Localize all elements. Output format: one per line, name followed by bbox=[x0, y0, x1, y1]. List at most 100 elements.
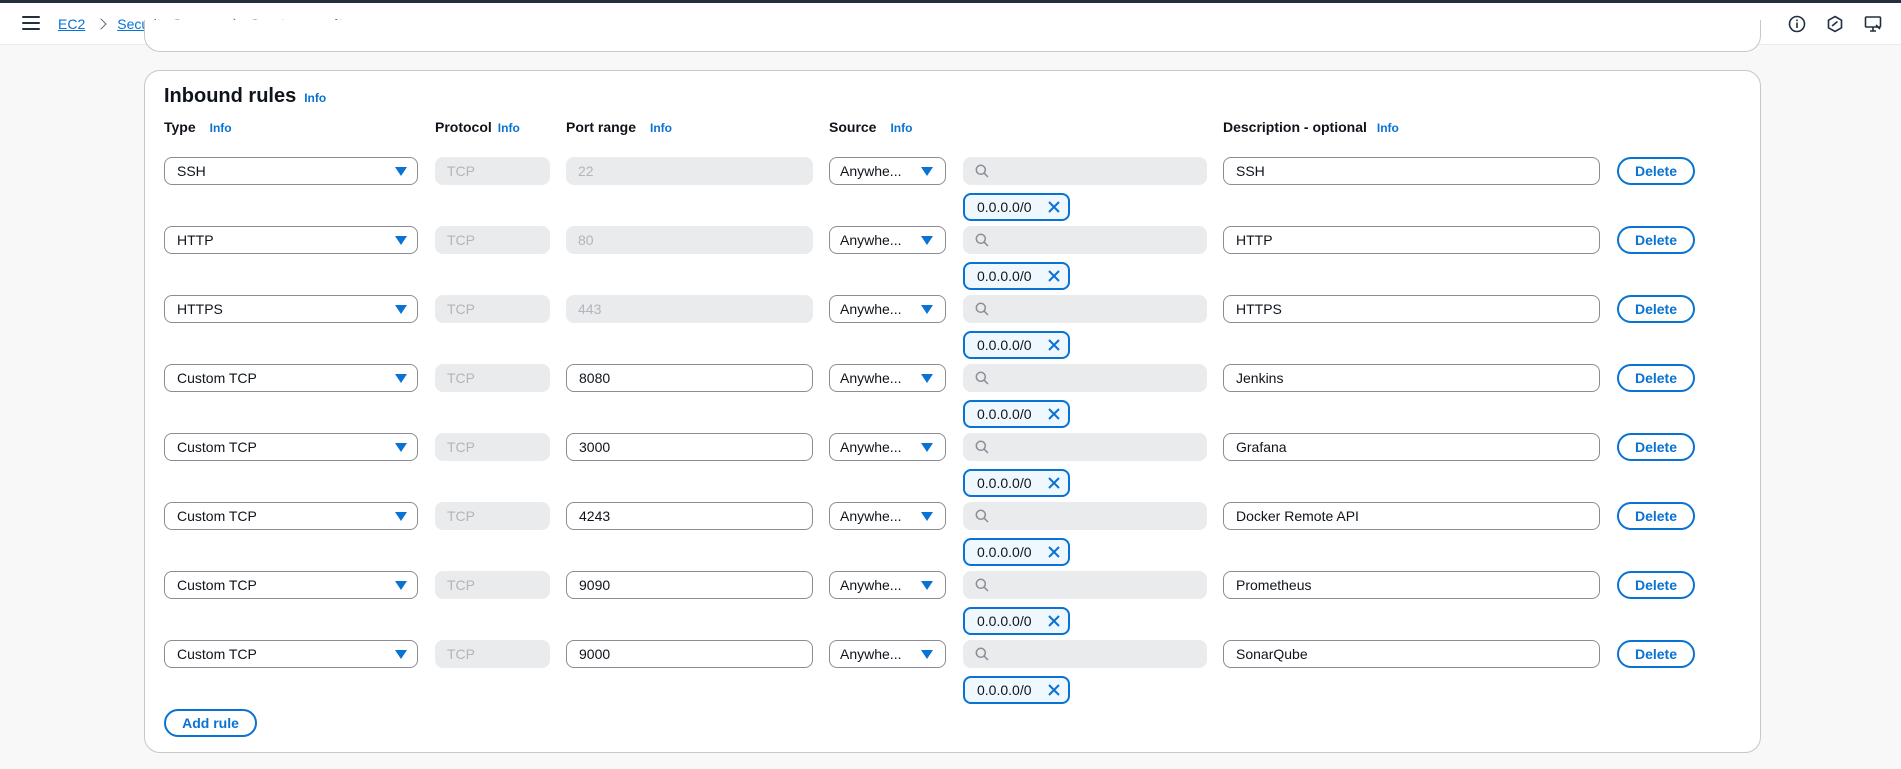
port-range-input[interactable]: 9000 bbox=[566, 640, 813, 668]
source-select[interactable]: Anywhe... bbox=[829, 502, 946, 530]
delete-rule-button[interactable]: Delete bbox=[1617, 295, 1695, 323]
cidr-token-label: 0.0.0.0/0 bbox=[977, 268, 1032, 284]
rule-type-select[interactable]: Custom TCP bbox=[164, 502, 418, 530]
description-input[interactable]: SSH bbox=[1223, 157, 1600, 185]
delete-rule-button[interactable]: Delete bbox=[1617, 226, 1695, 254]
port-range-input[interactable]: 9090 bbox=[566, 571, 813, 599]
cidr-token: 0.0.0.0/0 bbox=[963, 331, 1070, 359]
cidr-search-input[interactable] bbox=[963, 364, 1207, 392]
delete-rule-button[interactable]: Delete bbox=[1617, 640, 1695, 668]
info-link[interactable]: Info bbox=[210, 121, 232, 135]
cidr-token: 0.0.0.0/0 bbox=[963, 538, 1070, 566]
cidr-search-input[interactable] bbox=[963, 157, 1207, 185]
col-header-type: Type Info bbox=[164, 119, 232, 135]
caret-down-icon bbox=[395, 443, 407, 452]
port-range-input[interactable]: 8080 bbox=[566, 364, 813, 392]
source-select[interactable]: Anywhe... bbox=[829, 295, 946, 323]
source-select[interactable]: Anywhe... bbox=[829, 571, 946, 599]
close-icon[interactable] bbox=[1047, 407, 1061, 421]
source-select[interactable]: Anywhe... bbox=[829, 640, 946, 668]
info-link[interactable]: Info bbox=[498, 121, 520, 135]
cidr-search-input[interactable] bbox=[963, 295, 1207, 323]
description-input[interactable]: Jenkins bbox=[1223, 364, 1600, 392]
delete-rule-button[interactable]: Delete bbox=[1617, 364, 1695, 392]
description-input[interactable]: HTTP bbox=[1223, 226, 1600, 254]
source-select[interactable]: Anywhe... bbox=[829, 433, 946, 461]
delete-rule-button[interactable]: Delete bbox=[1617, 157, 1695, 185]
info-link[interactable]: Info bbox=[890, 121, 912, 135]
cidr-search-input[interactable] bbox=[963, 502, 1207, 530]
cidr-token-label: 0.0.0.0/0 bbox=[977, 475, 1032, 491]
rule-type-value: HTTPS bbox=[177, 301, 223, 317]
info-link[interactable]: Info bbox=[304, 91, 326, 105]
col-header-source: Source Info bbox=[829, 119, 912, 135]
display-feedback-icon[interactable] bbox=[1863, 14, 1883, 34]
rule-row: Custom TCP TCP 9090 Anywhe... 0.0.0.0/0 Prome… bbox=[145, 571, 1760, 635]
close-icon[interactable] bbox=[1047, 476, 1061, 490]
source-select[interactable]: Anywhe... bbox=[829, 157, 946, 185]
info-link[interactable]: Info bbox=[650, 121, 672, 135]
rule-type-select[interactable]: Custom TCP bbox=[164, 433, 418, 461]
info-circle-icon[interactable] bbox=[1787, 14, 1807, 34]
close-icon[interactable] bbox=[1047, 269, 1061, 283]
search-icon bbox=[975, 509, 989, 523]
breadcrumb-ec2[interactable]: EC2 bbox=[58, 16, 85, 32]
rule-type-select[interactable]: Custom TCP bbox=[164, 571, 418, 599]
col-label-source: Source bbox=[829, 119, 877, 135]
description-input[interactable]: Prometheus bbox=[1223, 571, 1600, 599]
search-icon bbox=[975, 578, 989, 592]
settings-hex-icon[interactable] bbox=[1825, 14, 1845, 34]
description-input[interactable]: Grafana bbox=[1223, 433, 1600, 461]
cidr-token: 0.0.0.0/0 bbox=[963, 193, 1070, 221]
port-range-input[interactable]: 4243 bbox=[566, 502, 813, 530]
port-range-input[interactable]: 3000 bbox=[566, 433, 813, 461]
panel-title: Inbound rules bbox=[164, 85, 297, 107]
description-input[interactable]: HTTPS bbox=[1223, 295, 1600, 323]
delete-rule-button[interactable]: Delete bbox=[1617, 502, 1695, 530]
caret-down-icon bbox=[921, 443, 933, 452]
source-value: Anywhe... bbox=[840, 163, 902, 179]
add-rule-button[interactable]: Add rule bbox=[164, 709, 257, 737]
search-icon bbox=[975, 371, 989, 385]
rule-type-select[interactable]: SSH bbox=[164, 157, 418, 185]
cidr-token-label: 0.0.0.0/0 bbox=[977, 682, 1032, 698]
caret-down-icon bbox=[395, 305, 407, 314]
cidr-search-input[interactable] bbox=[963, 433, 1207, 461]
rule-row: Custom TCP TCP 8080 Anywhe... 0.0.0.0/0 Jenki… bbox=[145, 364, 1760, 428]
caret-down-icon bbox=[395, 167, 407, 176]
rule-type-value: Custom TCP bbox=[177, 439, 257, 455]
caret-down-icon bbox=[395, 374, 407, 383]
close-icon[interactable] bbox=[1047, 545, 1061, 559]
search-icon bbox=[975, 440, 989, 454]
source-select[interactable]: Anywhe... bbox=[829, 364, 946, 392]
caret-down-icon bbox=[395, 236, 407, 245]
cidr-search-input[interactable] bbox=[963, 571, 1207, 599]
description-input[interactable]: Docker Remote API bbox=[1223, 502, 1600, 530]
cidr-search-input[interactable] bbox=[963, 640, 1207, 668]
close-icon[interactable] bbox=[1047, 683, 1061, 697]
info-link[interactable]: Info bbox=[1377, 121, 1399, 135]
rule-type-select[interactable]: HTTP bbox=[164, 226, 418, 254]
rule-type-select[interactable]: HTTPS bbox=[164, 295, 418, 323]
rule-type-select[interactable]: Custom TCP bbox=[164, 364, 418, 392]
inbound-rules-heading: Inbound rules Info bbox=[164, 85, 326, 108]
source-value: Anywhe... bbox=[840, 439, 902, 455]
cidr-search-input[interactable] bbox=[963, 226, 1207, 254]
protocol-field: TCP bbox=[435, 157, 550, 185]
cidr-token: 0.0.0.0/0 bbox=[963, 469, 1070, 497]
caret-down-icon bbox=[395, 512, 407, 521]
delete-rule-button[interactable]: Delete bbox=[1617, 571, 1695, 599]
close-icon[interactable] bbox=[1047, 338, 1061, 352]
caret-down-icon bbox=[921, 236, 933, 245]
rule-type-value: Custom TCP bbox=[177, 577, 257, 593]
close-icon[interactable] bbox=[1047, 200, 1061, 214]
delete-rule-button[interactable]: Delete bbox=[1617, 433, 1695, 461]
rule-type-select[interactable]: Custom TCP bbox=[164, 640, 418, 668]
description-input[interactable]: SonarQube bbox=[1223, 640, 1600, 668]
hamburger-menu-icon[interactable] bbox=[22, 16, 40, 32]
rule-row: HTTPS TCP 443 Anywhe... 0.0.0.0/0 HTTPS Delete bbox=[145, 295, 1760, 359]
close-icon[interactable] bbox=[1047, 614, 1061, 628]
cidr-token: 0.0.0.0/0 bbox=[963, 262, 1070, 290]
cidr-token-label: 0.0.0.0/0 bbox=[977, 199, 1032, 215]
source-select[interactable]: Anywhe... bbox=[829, 226, 946, 254]
